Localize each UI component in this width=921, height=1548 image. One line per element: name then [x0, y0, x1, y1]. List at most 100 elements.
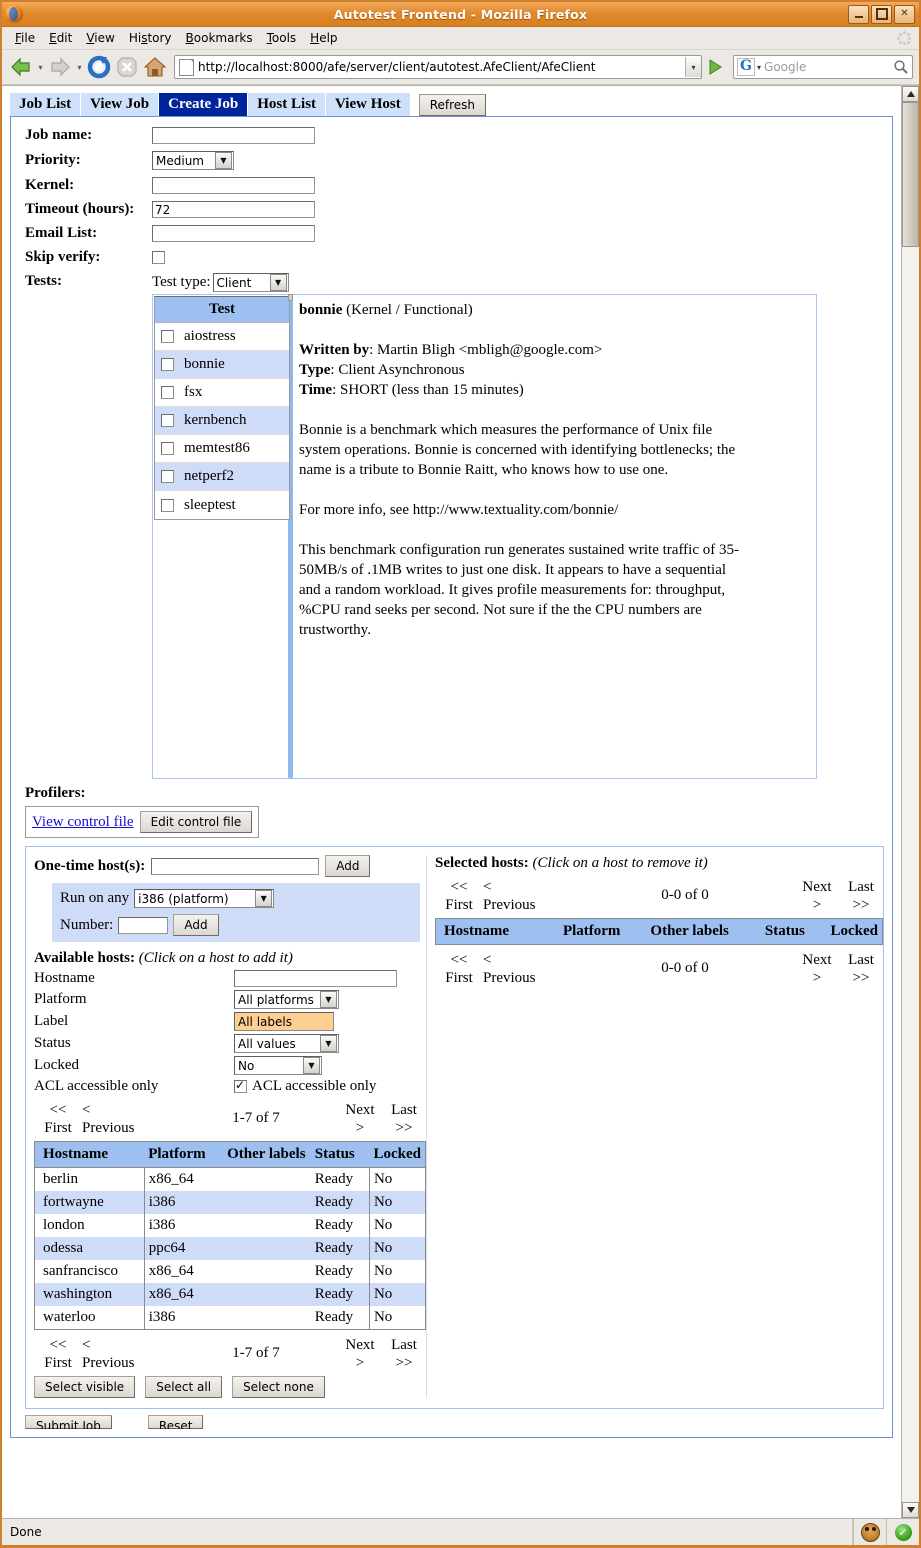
reload-icon[interactable]: [86, 54, 112, 80]
url-dropdown-icon[interactable]: ▾: [685, 57, 701, 77]
table-row[interactable]: sanfrancisco x86_64 Ready No: [34, 1260, 427, 1283]
email-list-input[interactable]: [152, 225, 315, 242]
test-row-fsx[interactable]: fsx: [155, 379, 289, 407]
maximize-button[interactable]: [871, 4, 892, 24]
menu-history[interactable]: History: [122, 29, 179, 47]
minimize-button[interactable]: [848, 4, 869, 24]
home-icon[interactable]: [142, 54, 168, 80]
timeout-input[interactable]: 72: [152, 201, 315, 218]
select-all-button[interactable]: Select all: [145, 1376, 223, 1398]
tab-job-list[interactable]: Job List: [10, 93, 81, 116]
table-row[interactable]: berlin x86_64 Ready No: [34, 1167, 427, 1191]
pager-last-button[interactable]: Last >>: [382, 1101, 426, 1137]
menu-help[interactable]: Help: [303, 29, 344, 47]
col-platform[interactable]: Platform: [144, 1141, 224, 1168]
submit-job-button[interactable]: Submit Job: [25, 1415, 112, 1429]
scrollbar-track[interactable]: [902, 102, 919, 1502]
pager-first-button[interactable]: << First: [435, 951, 483, 987]
col-locked[interactable]: Locked: [369, 1141, 427, 1168]
skip-verify-checkbox[interactable]: [152, 251, 165, 264]
one-time-add-button[interactable]: Add: [325, 855, 371, 877]
test-row-aiostress[interactable]: aiostress: [155, 323, 289, 351]
table-row[interactable]: waterloo i386 Ready No: [34, 1306, 427, 1330]
one-time-hosts-input[interactable]: [151, 857, 320, 875]
monkey-icon[interactable]: [860, 1522, 880, 1542]
priority-select[interactable]: Medium ▼: [152, 151, 234, 170]
search-icon[interactable]: [890, 59, 912, 75]
test-checkbox[interactable]: [161, 386, 174, 399]
search-input[interactable]: Google: [764, 60, 890, 74]
run-on-any-select[interactable]: i386 (platform) ▼: [134, 889, 275, 908]
pager-first-button[interactable]: << First: [34, 1101, 82, 1137]
test-row-netperf2[interactable]: netperf2: [155, 463, 289, 491]
number-add-button[interactable]: Add: [173, 914, 219, 936]
view-control-file-link[interactable]: View control file: [32, 814, 134, 831]
pager-next-button[interactable]: Next >: [338, 1336, 382, 1372]
col-other-labels[interactable]: Other labels: [223, 1141, 311, 1168]
reset-button[interactable]: Reset: [147, 1415, 204, 1429]
kernel-input[interactable]: [152, 177, 315, 194]
filter-label-listbox[interactable]: All labels: [234, 1012, 334, 1031]
scroll-up-button[interactable]: [902, 86, 919, 102]
col-locked[interactable]: Locked: [826, 918, 884, 945]
tab-host-list[interactable]: Host List: [248, 93, 326, 116]
scroll-down-button[interactable]: [902, 1502, 919, 1518]
filter-status-select[interactable]: All values ▼: [234, 1034, 339, 1053]
select-visible-button[interactable]: Select visible: [34, 1376, 136, 1398]
menu-view[interactable]: View: [79, 29, 121, 47]
test-type-select[interactable]: Client ▼: [212, 273, 289, 292]
table-row[interactable]: washington x86_64 Ready No: [34, 1283, 427, 1306]
pager-last-button[interactable]: Last >>: [382, 1336, 426, 1372]
filter-acl-checkbox[interactable]: [234, 1078, 247, 1093]
edit-control-file-button[interactable]: Edit control file: [139, 811, 253, 833]
back-dropdown-icon[interactable]: ▾: [36, 63, 45, 72]
page-scrollbar[interactable]: [901, 86, 919, 1518]
test-row-memtest86[interactable]: memtest86: [155, 435, 289, 463]
tab-create-job[interactable]: Create Job: [159, 93, 248, 116]
pager-next-button[interactable]: Next >: [795, 878, 839, 914]
table-row[interactable]: fortwayne i386 Ready No: [34, 1191, 427, 1214]
col-platform[interactable]: Platform: [558, 918, 647, 945]
back-icon[interactable]: [8, 55, 34, 79]
select-none-button[interactable]: Select none: [232, 1376, 325, 1398]
url-text[interactable]: http://localhost:8000/afe/server/client/…: [198, 60, 685, 74]
search-box[interactable]: G ▾ Google: [733, 55, 913, 79]
url-bar[interactable]: http://localhost:8000/afe/server/client/…: [174, 55, 702, 79]
tab-view-job[interactable]: View Job: [81, 93, 159, 116]
test-checkbox[interactable]: [161, 330, 174, 343]
pager-last-button[interactable]: Last >>: [839, 951, 883, 987]
pager-next-button[interactable]: Next >: [338, 1101, 382, 1137]
pager-previous-button[interactable]: < Previous: [483, 878, 575, 914]
col-other-labels[interactable]: Other labels: [646, 918, 761, 945]
search-engine-dropdown-icon[interactable]: ▾: [757, 63, 761, 72]
test-checkbox[interactable]: [161, 358, 174, 371]
scrollbar-thumb[interactable]: [902, 102, 919, 247]
test-checkbox[interactable]: [161, 470, 174, 483]
test-row-sleeptest[interactable]: sleeptest: [155, 491, 289, 519]
test-checkbox[interactable]: [161, 442, 174, 455]
monkey-icon-cell[interactable]: [853, 1519, 886, 1545]
menu-tools[interactable]: Tools: [260, 29, 304, 47]
resize-handle-icon[interactable]: [288, 294, 293, 301]
table-row[interactable]: london i386 Ready No: [34, 1214, 427, 1237]
pager-first-button[interactable]: << First: [435, 878, 483, 914]
pager-previous-button[interactable]: < Previous: [483, 951, 575, 987]
pager-last-button[interactable]: Last >>: [839, 878, 883, 914]
refresh-button[interactable]: Refresh: [418, 94, 487, 116]
pager-previous-button[interactable]: < Previous: [82, 1101, 174, 1137]
col-status[interactable]: Status: [310, 1141, 370, 1168]
test-checkbox[interactable]: [161, 498, 174, 512]
menu-edit[interactable]: Edit: [42, 29, 79, 47]
pager-first-button[interactable]: << First: [34, 1336, 82, 1372]
number-input[interactable]: [118, 916, 169, 934]
test-checkbox[interactable]: [161, 414, 174, 427]
col-hostname[interactable]: Hostname: [34, 1141, 145, 1168]
pager-previous-button[interactable]: < Previous: [82, 1336, 174, 1372]
security-icon-cell[interactable]: ✓: [886, 1519, 919, 1545]
tab-view-host[interactable]: View Host: [326, 93, 410, 116]
filter-locked-select[interactable]: No ▼: [234, 1056, 322, 1075]
filter-platform-select[interactable]: All platforms ▼: [234, 990, 339, 1009]
job-name-input[interactable]: [152, 127, 315, 144]
pager-next-button[interactable]: Next >: [795, 951, 839, 987]
close-button[interactable]: ✕: [894, 4, 915, 24]
